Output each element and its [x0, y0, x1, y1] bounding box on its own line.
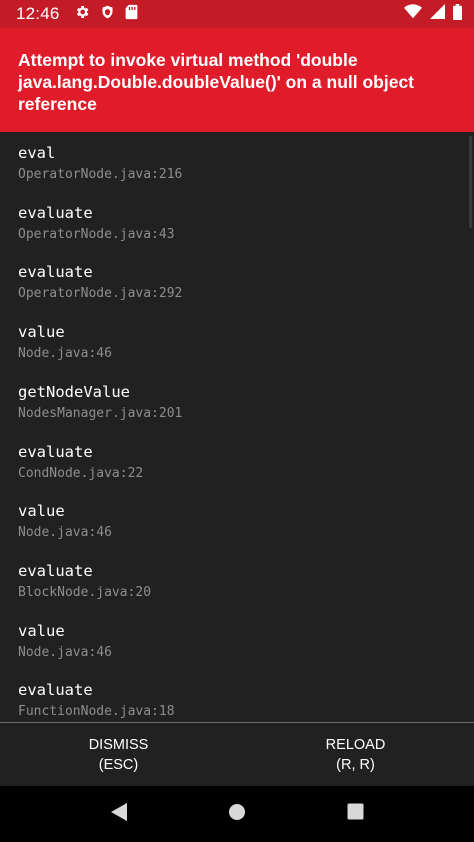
home-button[interactable]: [217, 794, 257, 834]
wifi-icon: [404, 4, 422, 24]
frame-file: NodesManager.java:201: [18, 405, 183, 421]
frame-file: CondNode.java:22: [18, 465, 144, 481]
frame-file: OperatorNode.java:292: [18, 286, 183, 302]
dismiss-shortcut: (ESC): [98, 757, 139, 773]
frame-file: Node.java:46: [18, 644, 112, 660]
stack-frame[interactable]: evaluate CondNode.java:22: [18, 442, 143, 484]
stack-frame[interactable]: evaluate OperatorNode.java:292: [18, 262, 182, 304]
frame-method: evaluate: [18, 203, 93, 222]
frame-file: Node.java:46: [18, 525, 112, 541]
dismiss-label: DISMISS: [88, 737, 149, 753]
frame-method: evaluate: [18, 263, 93, 282]
shield-icon: [100, 4, 115, 25]
gear-icon: [74, 4, 90, 25]
recents-button[interactable]: [335, 794, 375, 834]
stack-frame[interactable]: value Node.java:46: [18, 322, 112, 364]
frame-file: Node.java:46: [18, 346, 112, 362]
stack-frame[interactable]: value Node.java:46: [18, 501, 112, 543]
stack-frame[interactable]: eval OperatorNode.java:216: [18, 143, 182, 185]
frame-method: getNodeValue: [18, 382, 130, 401]
stack-frame[interactable]: getNodeValue NodesManager.java:201: [18, 382, 182, 424]
stack-trace-list[interactable]: eval OperatorNode.java:216 evaluate Operato…: [0, 132, 474, 722]
back-button[interactable]: [99, 794, 139, 834]
frame-method: eval: [18, 144, 56, 162]
frame-file: BlockNode.java:20: [18, 584, 152, 600]
back-icon: [110, 802, 128, 827]
status-time: 12:46: [16, 4, 60, 23]
frame-method: evaluate: [18, 561, 93, 580]
stack-frame[interactable]: value Node.java:46: [18, 621, 112, 663]
nav-bar: [0, 786, 474, 842]
frame-method: value: [18, 323, 65, 342]
reload-shortcut: (R, R): [336, 757, 375, 773]
sd-card-icon: [125, 4, 138, 25]
status-icons-right: [404, 3, 462, 25]
status-bar: 12:46: [0, 0, 474, 28]
stack-frame[interactable]: evaluate BlockNode.java:20: [18, 561, 151, 603]
recents-icon: [347, 803, 364, 825]
dismiss-button[interactable]: DISMISS (ESC): [0, 723, 237, 787]
reload-button[interactable]: RELOAD (R, R): [237, 723, 474, 787]
home-icon: [228, 803, 246, 826]
stack-frame[interactable]: evaluate FunctionNode.java:18: [18, 680, 175, 722]
frame-method: value: [18, 621, 65, 640]
action-bar: DISMISS (ESC) RELOAD (R, R): [0, 722, 474, 787]
frame-method: evaluate: [18, 442, 93, 461]
status-icons-left: [74, 4, 138, 25]
signal-icon: [430, 4, 445, 24]
frame-method: value: [18, 502, 65, 521]
reload-label: RELOAD: [325, 737, 386, 753]
error-message: Attempt to invoke virtual method 'double…: [0, 28, 474, 132]
stack-frame[interactable]: evaluate OperatorNode.java:43: [18, 203, 175, 245]
frame-file: OperatorNode.java:216: [18, 167, 183, 182]
battery-icon: [453, 3, 462, 25]
scrollbar[interactable]: [469, 136, 472, 228]
frame-method: evaluate: [18, 681, 93, 700]
frame-file: FunctionNode.java:18: [18, 704, 175, 720]
frame-file: OperatorNode.java:43: [18, 226, 175, 242]
